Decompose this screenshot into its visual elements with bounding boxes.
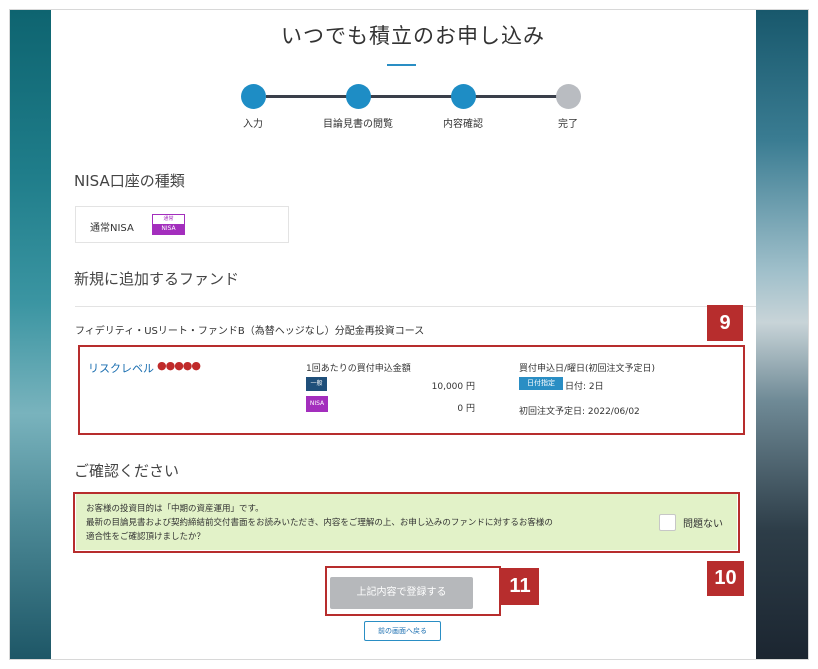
step-4-dot — [556, 84, 581, 109]
register-button[interactable]: 上記内容で登録する — [330, 577, 473, 609]
title-underline — [387, 64, 416, 66]
browser-frame: いつでも積立のお申し込み 入力 目論見書の閲覧 内容確認 完了 NISA口座の種… — [9, 9, 809, 660]
nisa-account-type: 通常NISA — [90, 223, 134, 234]
annotation-marker-9: 9 — [707, 305, 743, 341]
step-2-label: 目論見書の閲覧 — [323, 119, 393, 130]
nisa-account-box: 通常NISA 通常 NISA — [75, 206, 289, 243]
annotation-marker-11: 11 — [501, 568, 539, 605]
back-button[interactable]: 前の画面へ戻る — [364, 621, 441, 641]
step-4-label: 完了 — [558, 119, 578, 130]
nisa-badge: 通常 NISA — [152, 214, 185, 235]
fund-name: フィデリティ・USリート・ファンドB（為替ヘッジなし）分配金再投資コース — [75, 326, 425, 337]
step-1-label: 入力 — [243, 119, 263, 130]
nisa-section-heading: NISA口座の種類 — [74, 172, 185, 190]
annotation-box-9 — [78, 345, 745, 435]
step-2-dot — [346, 84, 371, 109]
main-content: いつでも積立のお申し込み 入力 目論見書の閲覧 内容確認 完了 NISA口座の種… — [70, 10, 756, 659]
step-3-dot — [451, 84, 476, 109]
page-title: いつでも積立のお申し込み — [281, 24, 545, 48]
divider — [75, 306, 756, 307]
fund-section-heading: 新規に追加するファンド — [74, 270, 240, 288]
background-image-right — [753, 10, 808, 659]
annotation-box-10 — [73, 492, 740, 553]
background-image-left — [10, 10, 51, 659]
confirm-section-heading: ご確認ください — [74, 462, 180, 480]
step-1-dot — [241, 84, 266, 109]
nisa-badge-bottom: NISA — [153, 224, 184, 234]
nisa-badge-top: 通常 — [153, 215, 184, 224]
annotation-marker-10: 10 — [707, 561, 744, 596]
progress-steps: 入力 目論見書の閲覧 内容確認 完了 — [70, 82, 756, 132]
step-3-label: 内容確認 — [443, 119, 483, 130]
